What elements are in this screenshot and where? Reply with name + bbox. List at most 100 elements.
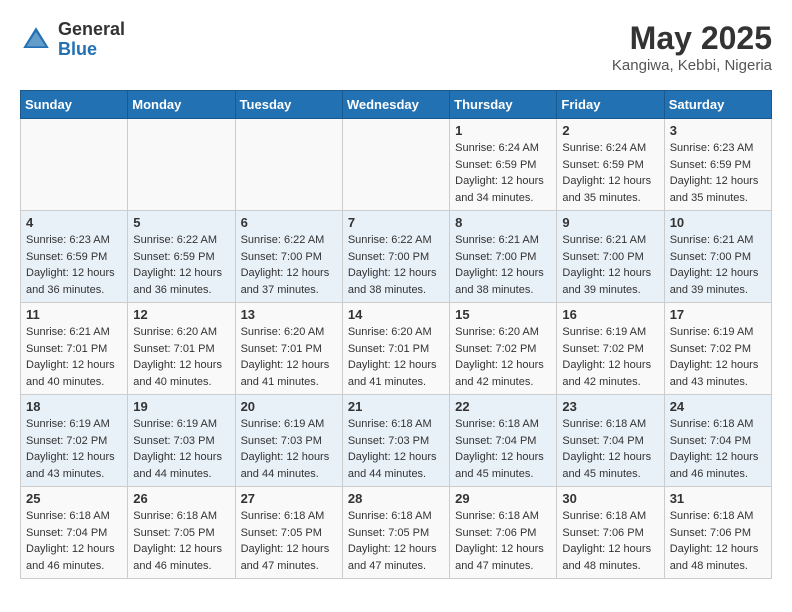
day-info: Sunrise: 6:22 AM Sunset: 6:59 PM Dayligh… (133, 232, 229, 298)
calendar-cell: 2Sunrise: 6:24 AM Sunset: 6:59 PM Daylig… (557, 119, 664, 211)
month-title: May 2025 (612, 20, 772, 57)
calendar-cell: 14 Sunrise: 6:20 AM Sunset: 7:01 PM Dayli… (342, 303, 449, 395)
logo: General Blue (20, 20, 125, 60)
weekday-header: Tuesday (235, 91, 342, 119)
calendar-cell: 13 Sunrise: 6:20 AM Sunset: 7:01 PM Dayli… (235, 303, 342, 395)
calendar-cell: 27Sunrise: 6:18 AM Sunset: 7:05 PM Dayli… (235, 487, 342, 579)
day-number: 21 (348, 399, 444, 414)
weekday-header: Saturday (664, 91, 771, 119)
weekday-header: Monday (128, 91, 235, 119)
day-info: Sunrise: 6:20 AM Sunset: 7:02 PM Dayligh… (455, 324, 551, 390)
calendar-cell (235, 119, 342, 211)
day-number: 31 (670, 491, 766, 506)
calendar-cell: 8 Sunrise: 6:21 AM Sunset: 7:00 PM Daylig… (450, 211, 557, 303)
calendar-cell: 6 Sunrise: 6:22 AM Sunset: 7:00 PM Daylig… (235, 211, 342, 303)
day-info: Sunrise: 6:22 AM Sunset: 7:00 PM Dayligh… (348, 232, 444, 298)
calendar-cell: 31Sunrise: 6:18 AM Sunset: 7:06 PM Dayli… (664, 487, 771, 579)
calendar-week-row: 11 Sunrise: 6:21 AM Sunset: 7:01 PM Dayli… (21, 303, 772, 395)
calendar-cell: 23Sunrise: 6:18 AM Sunset: 7:04 PM Dayli… (557, 395, 664, 487)
day-number: 6 (241, 215, 337, 230)
calendar-cell: 10 Sunrise: 6:21 AM Sunset: 7:00 PM Dayli… (664, 211, 771, 303)
day-number: 7 (348, 215, 444, 230)
calendar-cell: 25 Sunrise: 6:18 AM Sunset: 7:04 PM Dayli… (21, 487, 128, 579)
day-number: 24 (670, 399, 766, 414)
day-number: 11 (26, 307, 122, 322)
calendar-cell: 11 Sunrise: 6:21 AM Sunset: 7:01 PM Dayli… (21, 303, 128, 395)
calendar-cell: 5 Sunrise: 6:22 AM Sunset: 6:59 PM Daylig… (128, 211, 235, 303)
day-info: Sunrise: 6:18 AM Sunset: 7:04 PM Dayligh… (26, 508, 122, 574)
location: Kangiwa, Kebbi, Nigeria (612, 57, 772, 74)
page-header: General Blue May 2025 Kangiwa, Kebbi, Ni… (20, 20, 772, 74)
calendar-cell: 7 Sunrise: 6:22 AM Sunset: 7:00 PM Daylig… (342, 211, 449, 303)
calendar-cell: 20Sunrise: 6:19 AM Sunset: 7:03 PM Dayli… (235, 395, 342, 487)
calendar-cell (342, 119, 449, 211)
day-info: Sunrise: 6:22 AM Sunset: 7:00 PM Dayligh… (241, 232, 337, 298)
calendar-cell: 16 Sunrise: 6:19 AM Sunset: 7:02 PM Dayli… (557, 303, 664, 395)
day-info: Sunrise: 6:18 AM Sunset: 7:04 PM Dayligh… (670, 416, 766, 482)
calendar-cell: 3Sunrise: 6:23 AM Sunset: 6:59 PM Daylig… (664, 119, 771, 211)
day-number: 26 (133, 491, 229, 506)
day-number: 4 (26, 215, 122, 230)
calendar-cell: 24 Sunrise: 6:18 AM Sunset: 7:04 PM Dayli… (664, 395, 771, 487)
day-info: Sunrise: 6:23 AM Sunset: 6:59 PM Dayligh… (26, 232, 122, 298)
day-info: Sunrise: 6:21 AM Sunset: 7:00 PM Dayligh… (670, 232, 766, 298)
calendar-cell: 1 Sunrise: 6:24 AM Sunset: 6:59 PM Daylig… (450, 119, 557, 211)
day-number: 12 (133, 307, 229, 322)
calendar-cell: 19 Sunrise: 6:19 AM Sunset: 7:03 PM Dayli… (128, 395, 235, 487)
weekday-header: Sunday (21, 91, 128, 119)
calendar-cell: 4 Sunrise: 6:23 AM Sunset: 6:59 PM Daylig… (21, 211, 128, 303)
day-number: 20 (241, 399, 337, 414)
calendar-week-row: 18 Sunrise: 6:19 AM Sunset: 7:02 PM Dayli… (21, 395, 772, 487)
day-info: Sunrise: 6:19 AM Sunset: 7:03 PM Dayligh… (133, 416, 229, 482)
day-number: 19 (133, 399, 229, 414)
title-block: May 2025 Kangiwa, Kebbi, Nigeria (612, 20, 772, 74)
day-info: Sunrise: 6:21 AM Sunset: 7:01 PM Dayligh… (26, 324, 122, 390)
calendar-body: 1 Sunrise: 6:24 AM Sunset: 6:59 PM Daylig… (21, 119, 772, 579)
day-number: 18 (26, 399, 122, 414)
calendar-cell: 15 Sunrise: 6:20 AM Sunset: 7:02 PM Dayli… (450, 303, 557, 395)
day-info: Sunrise: 6:18 AM Sunset: 7:06 PM Dayligh… (562, 508, 658, 574)
weekday-header: Thursday (450, 91, 557, 119)
calendar-cell: 17 Sunrise: 6:19 AM Sunset: 7:02 PM Dayli… (664, 303, 771, 395)
day-info: Sunrise: 6:19 AM Sunset: 7:02 PM Dayligh… (670, 324, 766, 390)
weekday-header: Friday (557, 91, 664, 119)
day-number: 30 (562, 491, 658, 506)
day-number: 8 (455, 215, 551, 230)
weekday-row: SundayMondayTuesdayWednesdayThursdayFrid… (21, 91, 772, 119)
day-info: Sunrise: 6:18 AM Sunset: 7:05 PM Dayligh… (348, 508, 444, 574)
calendar-header: SundayMondayTuesdayWednesdayThursdayFrid… (21, 91, 772, 119)
day-info: Sunrise: 6:18 AM Sunset: 7:05 PM Dayligh… (241, 508, 337, 574)
day-number: 9 (562, 215, 658, 230)
calendar-cell: 12 Sunrise: 6:20 AM Sunset: 7:01 PM Dayli… (128, 303, 235, 395)
day-info: Sunrise: 6:18 AM Sunset: 7:03 PM Dayligh… (348, 416, 444, 482)
day-number: 1 (455, 123, 551, 138)
day-info: Sunrise: 6:18 AM Sunset: 7:06 PM Dayligh… (455, 508, 551, 574)
day-info: Sunrise: 6:18 AM Sunset: 7:05 PM Dayligh… (133, 508, 229, 574)
day-number: 5 (133, 215, 229, 230)
day-number: 3 (670, 123, 766, 138)
day-number: 14 (348, 307, 444, 322)
day-info: Sunrise: 6:21 AM Sunset: 7:00 PM Dayligh… (455, 232, 551, 298)
day-number: 17 (670, 307, 766, 322)
day-info: Sunrise: 6:24 AM Sunset: 6:59 PM Dayligh… (455, 140, 551, 206)
day-info: Sunrise: 6:20 AM Sunset: 7:01 PM Dayligh… (348, 324, 444, 390)
calendar-cell: 30 Sunrise: 6:18 AM Sunset: 7:06 PM Dayli… (557, 487, 664, 579)
logo-blue: Blue (58, 39, 97, 59)
day-number: 25 (26, 491, 122, 506)
calendar-cell (21, 119, 128, 211)
day-info: Sunrise: 6:19 AM Sunset: 7:02 PM Dayligh… (562, 324, 658, 390)
day-number: 10 (670, 215, 766, 230)
calendar-cell: 22Sunrise: 6:18 AM Sunset: 7:04 PM Dayli… (450, 395, 557, 487)
day-number: 16 (562, 307, 658, 322)
calendar-week-row: 1 Sunrise: 6:24 AM Sunset: 6:59 PM Daylig… (21, 119, 772, 211)
day-number: 13 (241, 307, 337, 322)
day-info: Sunrise: 6:18 AM Sunset: 7:04 PM Dayligh… (562, 416, 658, 482)
day-info: Sunrise: 6:20 AM Sunset: 7:01 PM Dayligh… (241, 324, 337, 390)
day-info: Sunrise: 6:19 AM Sunset: 7:02 PM Dayligh… (26, 416, 122, 482)
day-info: Sunrise: 6:20 AM Sunset: 7:01 PM Dayligh… (133, 324, 229, 390)
calendar-cell: 9Sunrise: 6:21 AM Sunset: 7:00 PM Daylig… (557, 211, 664, 303)
calendar-cell (128, 119, 235, 211)
calendar-week-row: 25 Sunrise: 6:18 AM Sunset: 7:04 PM Dayli… (21, 487, 772, 579)
logo-text: General Blue (58, 20, 125, 60)
day-number: 15 (455, 307, 551, 322)
